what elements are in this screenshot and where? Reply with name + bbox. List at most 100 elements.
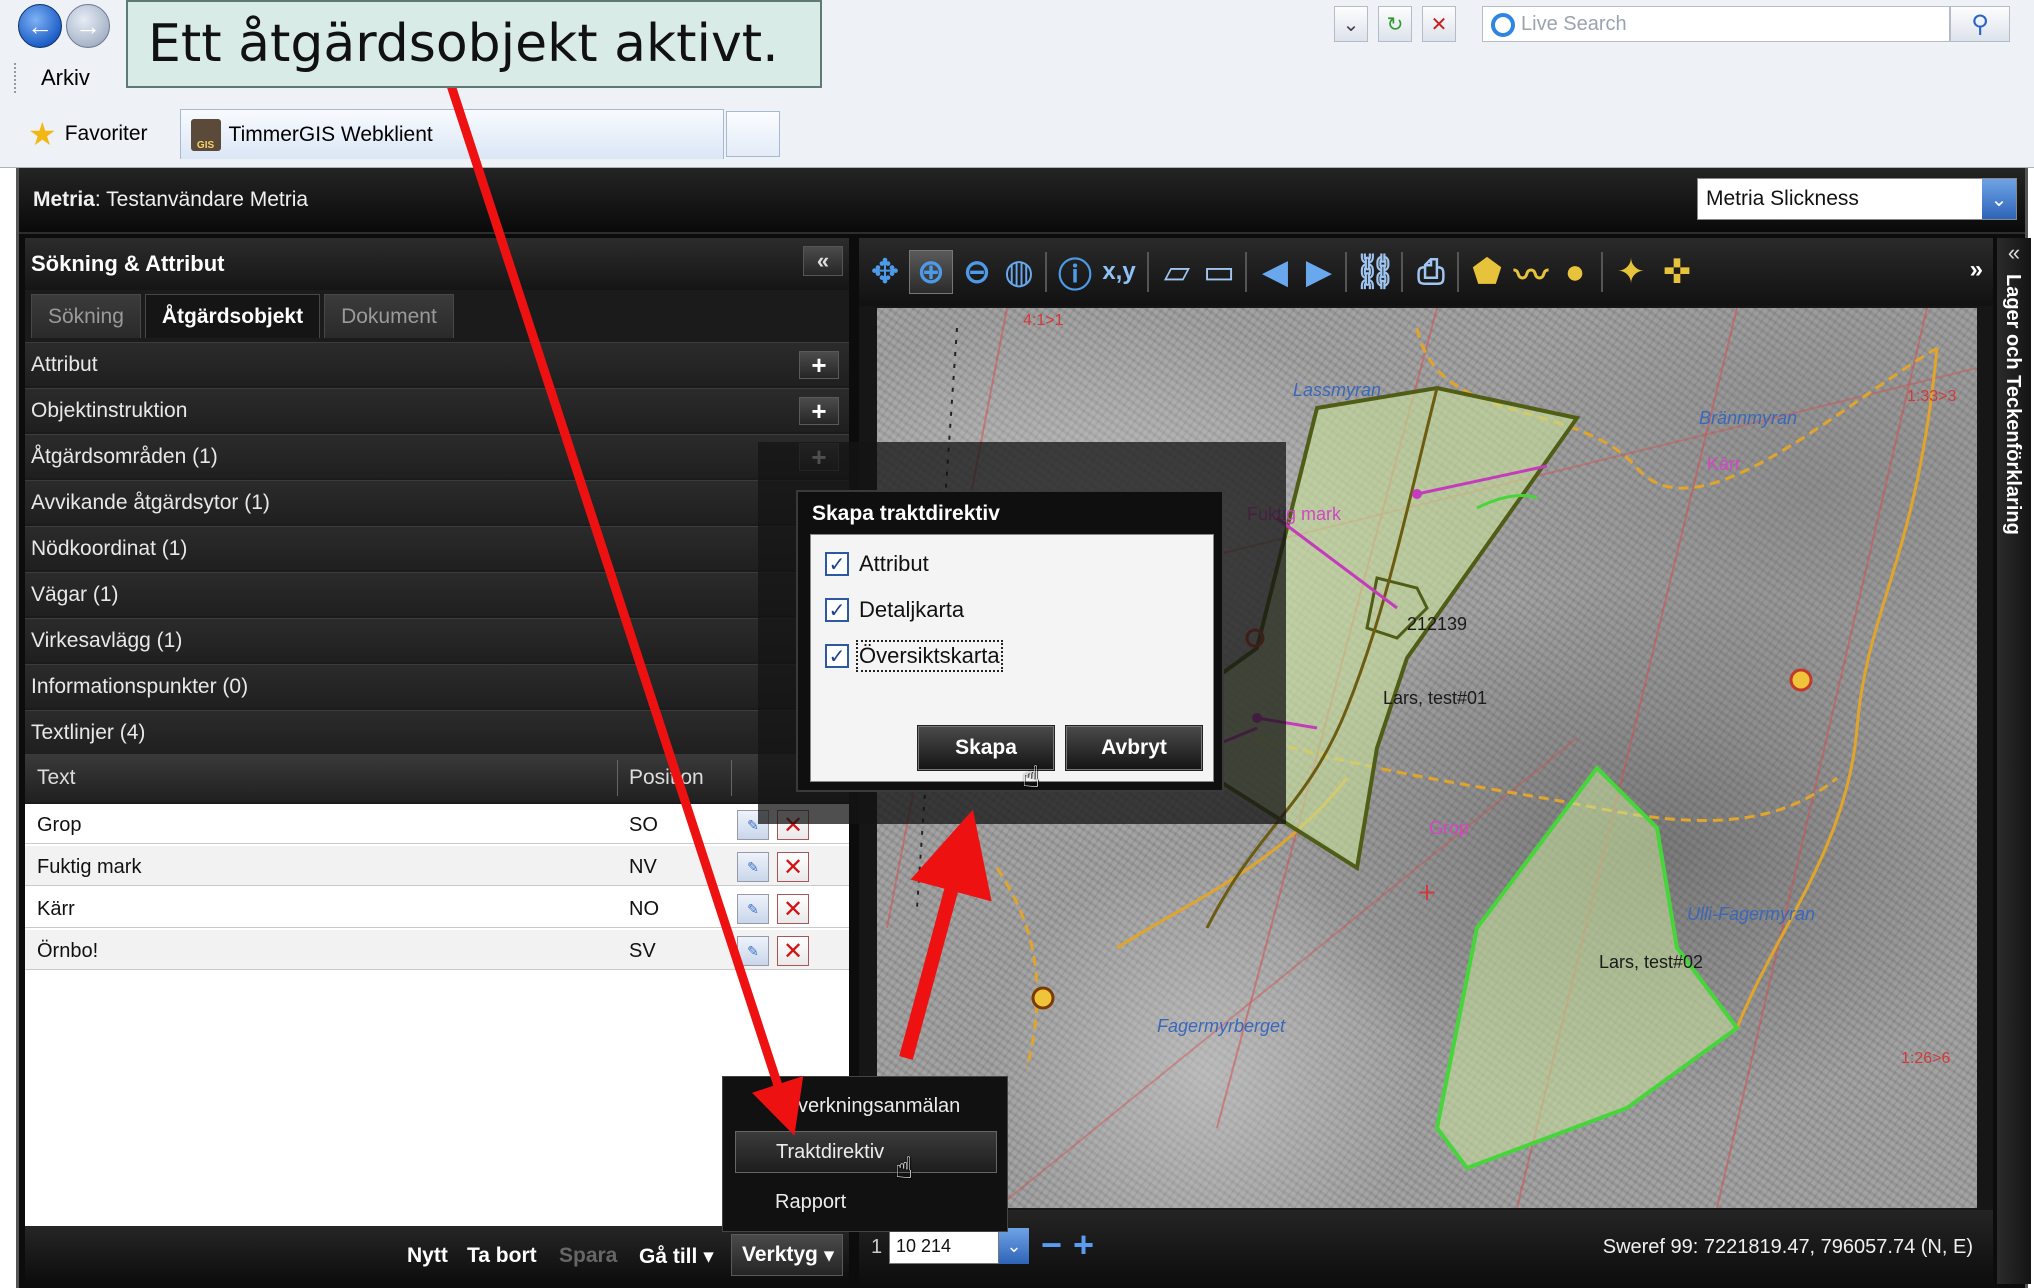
globe-icon[interactable]: ◍ xyxy=(997,250,1041,294)
chevron-down-icon[interactable]: ⌄ xyxy=(1982,179,2016,219)
plus-icon[interactable]: + xyxy=(799,397,839,425)
column-header-position[interactable]: Position xyxy=(629,766,704,790)
checkbox-checked-icon[interactable]: ✓ xyxy=(825,552,849,576)
next-extent-icon[interactable]: ▶ xyxy=(1297,250,1341,294)
map-label-fagermyrberget: Fagermyrberget xyxy=(1157,1016,1286,1036)
new-tab-button[interactable] xyxy=(725,111,780,157)
arrow-right-icon: → xyxy=(75,10,101,41)
hand-cursor-icon: ☝ xyxy=(895,1152,914,1185)
coordinate-icon[interactable]: x,y xyxy=(1097,250,1141,294)
ta-bort-button[interactable]: Ta bort xyxy=(467,1244,537,1268)
delete-icon[interactable]: ✕ xyxy=(777,894,809,924)
search-button[interactable]: ⚲ xyxy=(1950,6,2010,42)
zoom-out-tool-icon[interactable]: ⊖ xyxy=(955,250,999,294)
theme-select-value: Metria Slickness xyxy=(1706,187,1859,210)
spara-button[interactable]: Spara xyxy=(559,1244,617,1268)
double-chevron-left-icon[interactable]: « xyxy=(1999,240,2029,266)
option-attribut[interactable]: ✓ Attribut xyxy=(825,551,929,577)
column-divider xyxy=(617,760,618,796)
section-avvikande-atgardsytor[interactable]: Avvikande åtgärdsytor (1) xyxy=(25,480,849,524)
map-toolbar: ✥ ⊕ ⊖ ◍ ⓘ x,y ▱ ▭ ◀ ▶ ⛓ ⎙ ⬟ 〰 ● ✦ ✜ » xyxy=(859,238,1993,306)
measure-line-icon[interactable]: ▭ xyxy=(1197,250,1241,294)
browser-tab-title: TimmerGIS Webklient xyxy=(228,122,433,146)
favorites-label: Favoriter xyxy=(64,122,148,145)
layer-legend-title[interactable]: Lager och Teckenförklaring xyxy=(2001,274,2024,535)
tab-atgardsobjekt[interactable]: Åtgärdsobjekt xyxy=(144,294,321,338)
menu-item-traktdirektiv[interactable]: Traktdirektiv xyxy=(735,1131,997,1173)
section-label: Objektinstruktion xyxy=(31,398,188,422)
checkbox-checked-icon[interactable]: ✓ xyxy=(825,598,849,622)
section-nodkoordinat[interactable]: Nödkoordinat (1) xyxy=(25,526,849,570)
theme-select[interactable]: Metria Slickness ⌄ xyxy=(1697,178,2017,220)
edit-icon[interactable]: ✎ xyxy=(737,852,769,882)
app-brand: Metria xyxy=(33,188,95,211)
browser-tab-timmergis[interactable]: GIS TimmerGIS Webklient xyxy=(179,109,724,159)
print-icon[interactable]: ⎙ xyxy=(1409,250,1453,294)
favorites-button[interactable]: ★ Favoriter xyxy=(16,112,160,156)
double-chevron-left-icon: « xyxy=(816,248,830,273)
section-textlinjer[interactable]: Textlinjer (4) xyxy=(25,710,849,754)
checkbox-checked-icon[interactable]: ✓ xyxy=(825,644,849,668)
menu-arkiv[interactable]: Arkiv xyxy=(41,65,90,91)
pan-tool-icon[interactable]: ✥ xyxy=(863,250,907,294)
edit-icon[interactable]: ✎ xyxy=(737,894,769,924)
delete-icon[interactable]: ✕ xyxy=(777,852,809,882)
edit-feature-icon[interactable]: ✦ xyxy=(1609,250,1653,294)
info-icon[interactable]: ⓘ xyxy=(1053,250,1097,295)
menu-item-rapport[interactable]: Rapport xyxy=(735,1181,997,1223)
marker-icon[interactable] xyxy=(1031,986,1055,1010)
table-row[interactable]: Kärr NO ✎ ✕ xyxy=(25,888,849,928)
zoom-out-icon[interactable]: − xyxy=(1041,1224,1062,1266)
select-area-icon[interactable]: ⬟ xyxy=(1465,250,1509,294)
measure-area-icon[interactable]: ▱ xyxy=(1155,250,1199,294)
verktyg-menu: Avverkningsanmälan Traktdirektiv Rapport… xyxy=(722,1076,1008,1232)
zoom-in-icon[interactable]: + xyxy=(1073,1224,1094,1266)
section-atgardsomraden[interactable]: Åtgärdsområden (1)+ xyxy=(25,434,849,478)
section-informationspunkter[interactable]: Informationspunkter (0) xyxy=(25,664,849,708)
section-label: Informationspunkter (0) xyxy=(31,674,249,698)
column-header-text[interactable]: Text xyxy=(37,766,76,790)
table-row[interactable]: Fuktig mark NV ✎ ✕ xyxy=(25,846,849,886)
table-row[interactable]: Grop SO ✎ ✕ xyxy=(25,804,849,844)
delete-icon[interactable]: ✕ xyxy=(777,936,809,966)
tab-dokument[interactable]: Dokument xyxy=(324,294,454,338)
stop-button[interactable]: ✕ xyxy=(1422,6,1456,42)
back-button[interactable]: ← xyxy=(18,4,62,48)
nytt-button[interactable]: Nytt xyxy=(407,1244,448,1268)
option-oversiktskarta[interactable]: ✓ Översiktskarta xyxy=(825,640,1003,672)
timmergis-icon: GIS xyxy=(190,118,221,151)
more-tools-icon[interactable]: » xyxy=(1970,256,1983,284)
plus-icon[interactable]: + xyxy=(799,351,839,379)
section-label: Attribut xyxy=(31,352,98,376)
section-vagar[interactable]: Vägar (1) xyxy=(25,572,849,616)
verktyg-button[interactable]: Verktyg ▾ xyxy=(731,1234,843,1276)
toolbar-divider xyxy=(1601,252,1603,292)
live-search-input[interactable]: Live Search xyxy=(1482,6,1950,42)
section-virkesavlagg[interactable]: Virkesavlägg (1) xyxy=(25,618,849,662)
marker-icon[interactable] xyxy=(1789,668,1813,692)
forward-button[interactable]: → xyxy=(66,4,110,48)
tab-label: Dokument xyxy=(341,304,437,328)
menu-item-avverkningsanmalan[interactable]: Avverkningsanmälan xyxy=(735,1085,997,1127)
edit-icon[interactable]: ✎ xyxy=(737,936,769,966)
refresh-button[interactable]: ↻ xyxy=(1378,6,1412,42)
tab-sokning[interactable]: Sökning xyxy=(31,294,141,338)
collapse-panel-button[interactable]: « xyxy=(803,246,843,276)
snap-icon[interactable]: ✜ xyxy=(1655,250,1699,294)
select-line-icon[interactable]: 〰 xyxy=(1509,250,1553,295)
section-objektinstruktion[interactable]: Objektinstruktion + xyxy=(25,388,849,432)
section-label: Virkesavlägg (1) xyxy=(31,628,183,652)
link-icon[interactable]: ⛓ xyxy=(1353,250,1397,294)
ga-till-button[interactable]: Gå till ▾ xyxy=(639,1244,714,1269)
option-detaljkarta[interactable]: ✓ Detaljkarta xyxy=(825,597,964,623)
select-point-icon[interactable]: ● xyxy=(1553,250,1597,294)
previous-extent-icon[interactable]: ◀ xyxy=(1253,250,1297,294)
menu-item-label: Avverkningsanmälan xyxy=(775,1094,961,1117)
table-row[interactable]: Örnbo! SV ✎ ✕ xyxy=(25,930,849,970)
scale-input[interactable]: 10 214 xyxy=(889,1228,999,1264)
address-dropdown-button[interactable]: ⌄ xyxy=(1334,6,1368,42)
chevron-down-icon[interactable]: ⌄ xyxy=(999,1228,1029,1264)
avbryt-button[interactable]: Avbryt xyxy=(1065,725,1203,771)
zoom-in-tool-icon[interactable]: ⊕ xyxy=(909,250,953,294)
section-attribut[interactable]: Attribut + xyxy=(25,342,849,386)
